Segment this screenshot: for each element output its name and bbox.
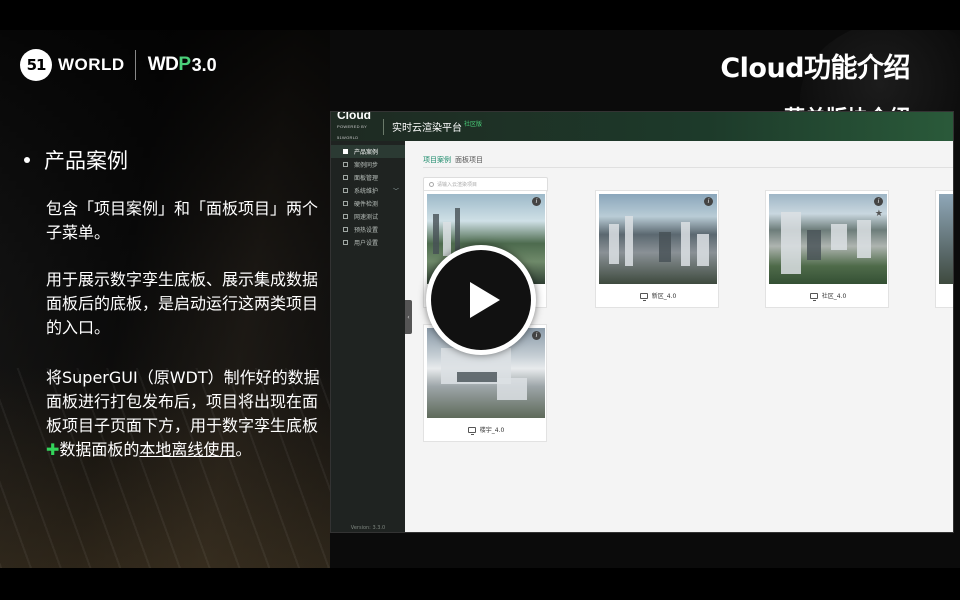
play-button[interactable] xyxy=(426,245,536,355)
sidebar-item-case-sync[interactable]: 案例同步 xyxy=(331,158,405,171)
project-thumbnail xyxy=(769,194,887,284)
logo-divider xyxy=(134,50,136,80)
app-sidebar: 产品案例 案例同步 面板管理 系统维护 ﹀ 硬件检测 网速测试 预热设置 用户设置… xyxy=(331,141,405,532)
sidebar-item-user-settings[interactable]: 用户设置 xyxy=(331,236,405,249)
chevron-down-icon: ﹀ xyxy=(392,188,399,195)
info-icon[interactable]: i xyxy=(532,331,541,340)
cloud-logo[interactable]: Cloud POWERED BY 51WORLD xyxy=(337,112,375,143)
user-icon xyxy=(343,240,348,245)
brand-logos: 51 WORLD WDP 3.0 xyxy=(20,48,217,82)
bullet-dot-icon xyxy=(24,157,30,163)
info-icon[interactable]: i xyxy=(704,197,713,206)
wdp-version: 3.0 xyxy=(191,54,217,75)
sidebar-item-panel-manage[interactable]: 面板管理 xyxy=(331,171,405,184)
project-thumbnail xyxy=(939,194,953,284)
sidebar-item-hardware[interactable]: 硬件检测 xyxy=(331,197,405,210)
header-divider xyxy=(383,118,384,135)
speed-icon xyxy=(343,214,348,219)
info-icon[interactable]: i xyxy=(874,197,883,206)
51world-logo-mark: 51 xyxy=(20,49,52,81)
51world-logo-text: WORLD xyxy=(58,55,125,74)
tab-divider xyxy=(423,167,953,168)
sidebar-item-speed-test[interactable]: 网速测试 xyxy=(331,210,405,223)
project-card-community[interactable]: i ★ 社区_4.0 xyxy=(765,190,889,308)
bookmark-icon xyxy=(343,149,348,154)
preheat-icon xyxy=(343,227,348,232)
bullet-heading-text: 产品案例 xyxy=(44,149,128,173)
edition-badge: 社区版 xyxy=(464,120,483,128)
project-card-partial[interactable] xyxy=(935,190,953,308)
monitor-icon xyxy=(467,426,476,435)
paragraph-submenus: 包含「项目案例」和「面板项目」两个子菜单。 xyxy=(46,199,319,242)
panel-icon xyxy=(343,175,348,180)
sidebar-item-product-cases[interactable]: 产品案例 xyxy=(331,145,405,158)
plus-icon: ✚ xyxy=(46,440,60,459)
project-label: 社区_4.0 xyxy=(766,291,890,301)
sync-icon xyxy=(343,162,348,167)
play-icon xyxy=(470,282,500,318)
project-thumbnail xyxy=(599,194,717,284)
project-label: 楼宇_4.0 xyxy=(424,425,548,435)
version-text: Version: 3.3.0 xyxy=(350,525,386,531)
letterbox-bottom xyxy=(0,568,960,600)
app-header: Cloud POWERED BY 51WORLD 实时云渲染平台 社区版 xyxy=(331,112,953,143)
project-label: 新区_4.0 xyxy=(596,291,720,301)
monitor-icon xyxy=(639,292,648,301)
app-title: 实时云渲染平台 xyxy=(392,123,462,134)
letterbox-top xyxy=(0,0,960,30)
project-card-new-district[interactable]: i 新区_4.0 xyxy=(595,190,719,308)
hardware-icon xyxy=(343,201,348,206)
paragraph-supergui: 将SuperGUI（原WDT）制作好的数据面板进行打包发布后，项目将出现在面板项… xyxy=(46,368,320,459)
gear-icon xyxy=(343,188,348,193)
search-icon xyxy=(429,182,434,187)
star-icon[interactable]: ★ xyxy=(875,209,883,219)
wdp-logo: WDP xyxy=(147,54,191,75)
bullet-heading: 产品案例 xyxy=(24,145,128,175)
info-icon[interactable]: i xyxy=(532,197,541,206)
sidebar-item-system[interactable]: 系统维护 ﹀ xyxy=(331,184,405,197)
offline-use-underlined: 本地离线使用 xyxy=(139,440,236,459)
sidebar-item-preheat[interactable]: 预热设置 xyxy=(331,223,405,236)
app-screenshot: Cloud POWERED BY 51WORLD 实时云渲染平台 社区版 产品案例… xyxy=(330,111,954,533)
slide-title: Cloud功能介绍 xyxy=(720,53,910,84)
monitor-icon xyxy=(809,292,818,301)
paragraph-purpose: 用于展示数字孪生底板、展示集成数据面板后的底板，是启动运行这两类项目的入口。 xyxy=(46,270,319,337)
